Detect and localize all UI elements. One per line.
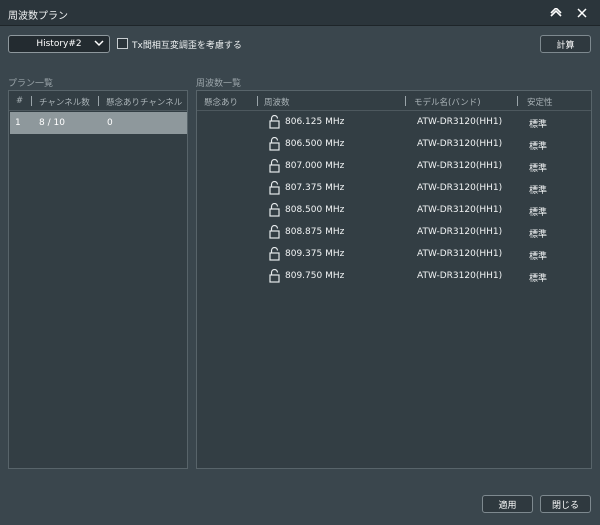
frequency-row[interactable]: 809.750 MHz ATW-DR3120(HH1) 標準 [197,266,591,288]
plan-list-panel: # チャンネル数 懸念ありチャンネル 1 8 / 10 0 [8,90,188,469]
model-name: ATW-DR3120(HH1) [417,183,503,193]
collapse-button[interactable] [547,4,565,22]
model-name: ATW-DR3120(HH1) [417,249,503,259]
model-name: ATW-DR3120(HH1) [417,271,503,281]
plan-row-concern: 0 [107,118,113,128]
plan-row-index: 1 [15,118,21,128]
frequency-value: 809.750 MHz [285,271,345,281]
plan-list-label: プラン一覧 [8,79,54,89]
column-divider[interactable] [98,96,99,106]
plan-list-header: # チャンネル数 懸念ありチャンネル [9,91,187,111]
history-select[interactable]: History#2 [8,35,110,53]
unlocked-padlock-icon[interactable] [269,114,280,129]
unlocked-padlock-icon[interactable] [269,180,280,195]
tx-intermod-label: Tx間相互変調歪を考慮する [132,41,242,51]
chevron-down-icon [94,38,104,51]
col-header-stability[interactable]: 安定性 [527,96,553,108]
window-title: 周波数プラン [8,11,68,22]
unlocked-padlock-icon[interactable] [269,136,280,151]
frequency-value: 806.500 MHz [285,139,345,149]
close-button[interactable]: 閉じる [540,495,591,513]
tx-intermod-checkbox[interactable] [117,38,128,49]
model-name: ATW-DR3120(HH1) [417,139,503,149]
stability-value: 標準 [529,186,548,196]
frequency-row[interactable]: 808.875 MHz ATW-DR3120(HH1) 標準 [197,222,591,244]
stability-value: 標準 [529,230,548,240]
model-name: ATW-DR3120(HH1) [417,205,503,215]
frequency-row[interactable]: 808.500 MHz ATW-DR3120(HH1) 標準 [197,200,591,222]
col-header-concern[interactable]: 懸念あり [204,96,238,108]
frequency-value: 807.375 MHz [285,183,345,193]
model-name: ATW-DR3120(HH1) [417,227,503,237]
frequency-value: 809.375 MHz [285,249,345,259]
model-name: ATW-DR3120(HH1) [417,161,503,171]
unlocked-padlock-icon[interactable] [269,224,280,239]
unlocked-padlock-icon[interactable] [269,268,280,283]
close-window-button[interactable] [573,4,591,22]
column-divider[interactable] [257,96,258,106]
col-header-channels[interactable]: チャンネル数 [39,96,90,108]
frequency-value: 806.125 MHz [285,117,345,127]
apply-button[interactable]: 適用 [482,495,533,513]
history-selected-value: History#2 [36,39,82,49]
stability-value: 標準 [529,252,548,262]
col-header-model[interactable]: モデル名(バンド) [414,96,481,108]
frequency-list-panel: 懸念あり 周波数 モデル名(バンド) 安定性 806.125 MHz ATW-DR… [196,90,592,469]
close-icon [577,8,587,18]
unlocked-padlock-icon[interactable] [269,202,280,217]
frequency-value: 807.000 MHz [285,161,345,171]
unlocked-padlock-icon[interactable] [269,246,280,261]
col-header-index[interactable]: # [16,96,23,106]
frequency-value: 808.500 MHz [285,205,345,215]
frequency-value: 808.875 MHz [285,227,345,237]
col-header-frequency[interactable]: 周波数 [264,96,290,108]
model-name: ATW-DR3120(HH1) [417,117,503,127]
stability-value: 標準 [529,164,548,174]
plan-row-channels: 8 / 10 [39,118,65,128]
plan-row[interactable]: 1 8 / 10 0 [10,112,187,134]
frequency-row[interactable]: 807.000 MHz ATW-DR3120(HH1) 標準 [197,156,591,178]
stability-value: 標準 [529,120,548,130]
unlocked-padlock-icon[interactable] [269,158,280,173]
frequency-row[interactable]: 807.375 MHz ATW-DR3120(HH1) 標準 [197,178,591,200]
col-header-concern-channels[interactable]: 懸念ありチャンネル [106,96,182,108]
frequency-list-header: 懸念あり 周波数 モデル名(バンド) 安定性 [197,91,591,111]
calculate-button[interactable]: 計算 [540,35,591,53]
column-divider[interactable] [517,96,518,106]
frequency-row[interactable]: 806.500 MHz ATW-DR3120(HH1) 標準 [197,134,591,156]
frequency-list-label: 周波数一覧 [196,79,242,89]
chevron-up-icon [550,8,562,17]
column-divider[interactable] [31,96,32,106]
frequency-row[interactable]: 806.125 MHz ATW-DR3120(HH1) 標準 [197,112,591,134]
title-bar: 周波数プラン [0,0,600,26]
frequency-row[interactable]: 809.375 MHz ATW-DR3120(HH1) 標準 [197,244,591,266]
stability-value: 標準 [529,208,548,218]
column-divider[interactable] [405,96,406,106]
stability-value: 標準 [529,274,548,284]
stability-value: 標準 [529,142,548,152]
